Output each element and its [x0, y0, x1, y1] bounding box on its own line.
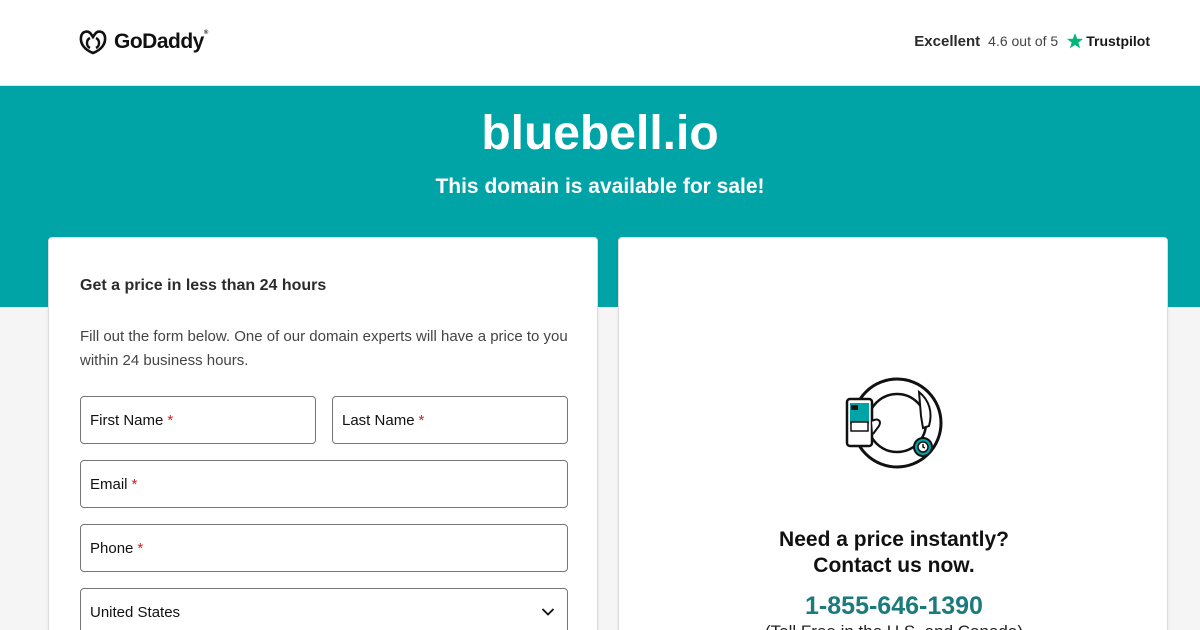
last-name-field[interactable]: Last Name *: [332, 396, 568, 444]
contact-phone-link[interactable]: 1-855-646-1390: [619, 592, 1169, 621]
instant-price-heading-line1: Need a price instantly?: [779, 528, 1009, 551]
godaddy-logo[interactable]: GoDaddy®: [78, 28, 208, 56]
form-description: Fill out the form below. One of our doma…: [80, 328, 568, 369]
site-header: GoDaddy® Excellent 4.6 out of 5 Trustpil…: [0, 0, 1200, 86]
email-field[interactable]: Email *: [80, 460, 568, 508]
chevron-down-icon: [541, 608, 555, 616]
required-mark: *: [131, 475, 138, 493]
first-name-field[interactable]: First Name *: [80, 396, 316, 444]
logo-wordmark: GoDaddy®: [114, 30, 208, 53]
domain-name: bluebell.io: [481, 107, 719, 160]
phone-label: Phone: [90, 539, 134, 557]
form-title: Get a price in less than 24 hours: [80, 277, 327, 294]
sale-tagline: This domain is available for sale!: [435, 175, 765, 198]
instant-price-heading-line2: Contact us now.: [813, 554, 975, 577]
phone-field[interactable]: Phone *: [80, 524, 568, 572]
instant-price-heading: Need a price instantly? Contact us now.: [619, 527, 1169, 579]
trustpilot-star-icon: [1067, 33, 1084, 49]
last-name-label: Last Name: [342, 411, 415, 429]
email-label: Email: [90, 475, 128, 493]
trustpilot-rating[interactable]: Excellent 4.6 out of 5 Trustpilot: [914, 32, 1150, 50]
trustpilot-brand-text: Trustpilot: [1086, 33, 1150, 49]
required-mark: *: [167, 411, 174, 429]
trustpilot-rating-word: Excellent: [914, 32, 981, 50]
trustpilot-brand: Trustpilot: [1066, 32, 1150, 50]
country-value: United States: [90, 603, 181, 621]
required-mark: *: [137, 539, 144, 557]
country-select[interactable]: United States: [80, 588, 568, 630]
price-request-form: Get a price in less than 24 hours Fill o…: [48, 237, 598, 630]
first-name-label: First Name: [90, 411, 164, 429]
godaddy-logo-icon: [79, 30, 107, 55]
toll-free-note: (Toll Free in the U.S. and Canada): [619, 622, 1169, 630]
required-mark: *: [418, 411, 425, 429]
trustpilot-score: 4.6 out of 5: [988, 33, 1059, 49]
instant-price-card: Need a price instantly? Contact us now. …: [618, 237, 1168, 630]
phone-hand-illustration: [845, 377, 943, 469]
